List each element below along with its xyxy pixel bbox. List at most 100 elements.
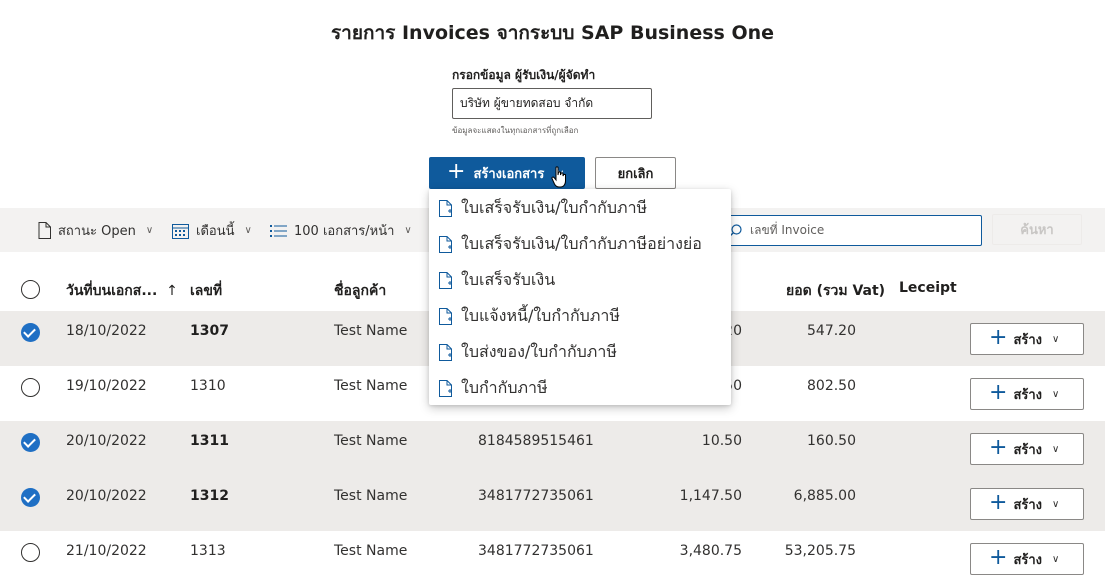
menu-item-label: ใบเสร็จรับเงิน — [461, 269, 556, 289]
menu-item[interactable]: ใบเสร็จรับเงิน/ใบกำกับภาษี — [429, 190, 731, 226]
chevron-down-icon: ∨ — [404, 225, 412, 236]
chevron-down-icon: ∨ — [1052, 553, 1060, 565]
menu-item[interactable]: ใบกำกับภาษี — [429, 370, 731, 406]
chevron-down-icon: ∨ — [244, 225, 252, 236]
row-customer: Test Name — [334, 543, 408, 559]
column-doc-date-label: วันที่บนเอกส... — [66, 283, 158, 299]
new-document-icon — [439, 343, 452, 361]
menu-item-label: ใบส่งของ/ใบกำกับภาษี — [461, 341, 617, 361]
row-vat: 3,480.75 — [679, 543, 742, 559]
row-total: 6,885.00 — [793, 488, 856, 504]
search-input[interactable]: เลขที่ Invoice — [718, 215, 982, 246]
chevron-down-icon: ∨ — [145, 225, 154, 236]
row-customer: Test Name — [334, 433, 408, 449]
new-document-icon — [439, 379, 452, 397]
chevron-down-icon: ∨ — [1052, 333, 1060, 345]
row-date: 20/10/2022 — [66, 488, 147, 504]
row-create-button[interactable]: + สร้าง ∨ — [970, 378, 1084, 410]
row-create-button[interactable]: + สร้าง ∨ — [970, 488, 1084, 520]
chevron-down-icon: ∨ — [1052, 498, 1060, 510]
plus-icon: + — [447, 159, 466, 184]
create-document-menu: ใบเสร็จรับเงิน/ใบกำกับภาษีใบเสร็จรับเงิน… — [429, 189, 731, 405]
select-all-checkbox[interactable] — [21, 280, 40, 299]
row-select-checkbox[interactable] — [21, 323, 40, 342]
menu-item-label: ใบเสร็จรับเงิน/ใบกำกับภาษีอย่างย่อ — [461, 233, 702, 253]
search-button[interactable]: ค้นหา — [992, 214, 1082, 245]
calendar-icon — [172, 223, 189, 239]
row-customer: Test Name — [334, 488, 408, 504]
row-tax-id: 8184589515461 — [478, 433, 594, 449]
date-filter[interactable]: เดือนนี้ ∨ — [172, 220, 252, 241]
table-row[interactable]: 21/10/2022 1313 Test Name 3481772735061 3,48… — [0, 531, 1105, 586]
payer-field-hint: ข้อมูลจะแสดงในทุกเอกสารที่ถูกเลือก — [452, 126, 579, 135]
column-receipt[interactable]: Leceipt — [899, 280, 957, 296]
table-row[interactable]: 20/10/2022 1312 Test Name 3481772735061 1,14… — [0, 476, 1105, 531]
column-customer[interactable]: ชื่อลูกค้า — [334, 280, 386, 302]
row-create-label: สร้าง — [1013, 497, 1043, 513]
row-number: 1311 — [190, 433, 229, 449]
page-size-selector[interactable]: 100 เอกสาร/หน้า ∨ — [270, 220, 412, 241]
document-icon — [38, 222, 51, 239]
row-date: 19/10/2022 — [66, 378, 147, 394]
row-create-label: สร้าง — [1013, 442, 1043, 458]
row-select-checkbox[interactable] — [21, 543, 40, 562]
row-create-label: สร้าง — [1013, 552, 1043, 568]
chevron-down-icon: ∨ — [1052, 388, 1060, 400]
row-create-button[interactable]: + สร้าง ∨ — [970, 323, 1084, 355]
row-tax-id: 3481772735061 — [478, 488, 594, 504]
invoice-page: รายการ Invoices จากระบบ SAP Business One… — [0, 0, 1105, 586]
hand-cursor-icon — [551, 166, 566, 188]
table-row[interactable]: 20/10/2022 1311 Test Name 8184589515461 10.5… — [0, 421, 1105, 476]
row-number: 1312 — [190, 488, 229, 504]
search-placeholder: เลขที่ Invoice — [750, 223, 825, 237]
row-create-label: สร้าง — [1013, 332, 1043, 348]
payer-input[interactable]: บริษัท ผู้ขายทดสอบ จำกัด — [452, 88, 652, 119]
sort-ascending-icon: ↑ — [166, 283, 178, 299]
menu-item[interactable]: ใบเสร็จรับเงิน — [429, 262, 731, 298]
row-total: 802.50 — [807, 378, 856, 394]
row-tax-id: 3481772735061 — [478, 543, 594, 559]
create-document-label: สร้างเอกสาร — [473, 166, 545, 182]
row-number: 1313 — [190, 543, 226, 559]
row-select-checkbox[interactable] — [21, 378, 40, 397]
plus-icon: + — [989, 545, 1008, 570]
row-total: 547.20 — [807, 323, 856, 339]
date-filter-label: เดือนนี้ — [196, 224, 235, 239]
list-icon — [270, 225, 287, 237]
menu-item-label: ใบกำกับภาษี — [461, 377, 548, 397]
row-customer: Test Name — [334, 323, 408, 339]
row-select-checkbox[interactable] — [21, 488, 40, 507]
page-size-label: 100 เอกสาร/หน้า — [294, 224, 395, 239]
row-vat: 1,147.50 — [679, 488, 742, 504]
payer-field-label: กรอกข้อมูล ผู้รับเงิน/ผู้จัดทำ — [452, 68, 596, 82]
new-document-icon — [439, 199, 452, 217]
row-customer: Test Name — [334, 378, 408, 394]
column-number[interactable]: เลขที่ — [190, 280, 222, 302]
row-date: 20/10/2022 — [66, 433, 147, 449]
row-total: 53,205.75 — [784, 543, 856, 559]
column-doc-date[interactable]: วันที่บนเอกส... ↑ — [66, 280, 178, 302]
row-create-button[interactable]: + สร้าง ∨ — [970, 433, 1084, 465]
cancel-button[interactable]: ยกเลิก — [595, 157, 676, 189]
plus-icon: + — [989, 435, 1008, 460]
new-document-icon — [439, 307, 452, 325]
row-number: 1307 — [190, 323, 229, 339]
menu-item[interactable]: ใบแจ้งหนี้/ใบกำกับภาษี — [429, 298, 731, 334]
row-create-button[interactable]: + สร้าง ∨ — [970, 543, 1084, 575]
menu-item[interactable]: ใบส่งของ/ใบกำกับภาษี — [429, 334, 731, 370]
menu-item[interactable]: ใบเสร็จรับเงิน/ใบกำกับภาษีอย่างย่อ — [429, 226, 731, 262]
row-select-checkbox[interactable] — [21, 433, 40, 452]
plus-icon: + — [989, 490, 1008, 515]
row-date: 18/10/2022 — [66, 323, 147, 339]
row-create-label: สร้าง — [1013, 387, 1043, 403]
menu-item-label: ใบแจ้งหนี้/ใบกำกับภาษี — [461, 305, 620, 325]
row-number: 1310 — [190, 378, 226, 394]
status-filter-label: สถานะ Open — [58, 224, 136, 239]
new-document-icon — [439, 235, 452, 253]
status-filter[interactable]: สถานะ Open ∨ — [38, 220, 153, 241]
row-vat: 10.50 — [701, 433, 742, 449]
column-total[interactable]: ยอด (รวม Vat) — [786, 280, 885, 302]
chevron-down-icon: ∨ — [1052, 443, 1060, 455]
menu-item-label: ใบเสร็จรับเงิน/ใบกำกับภาษี — [461, 197, 648, 217]
row-date: 21/10/2022 — [66, 543, 147, 559]
